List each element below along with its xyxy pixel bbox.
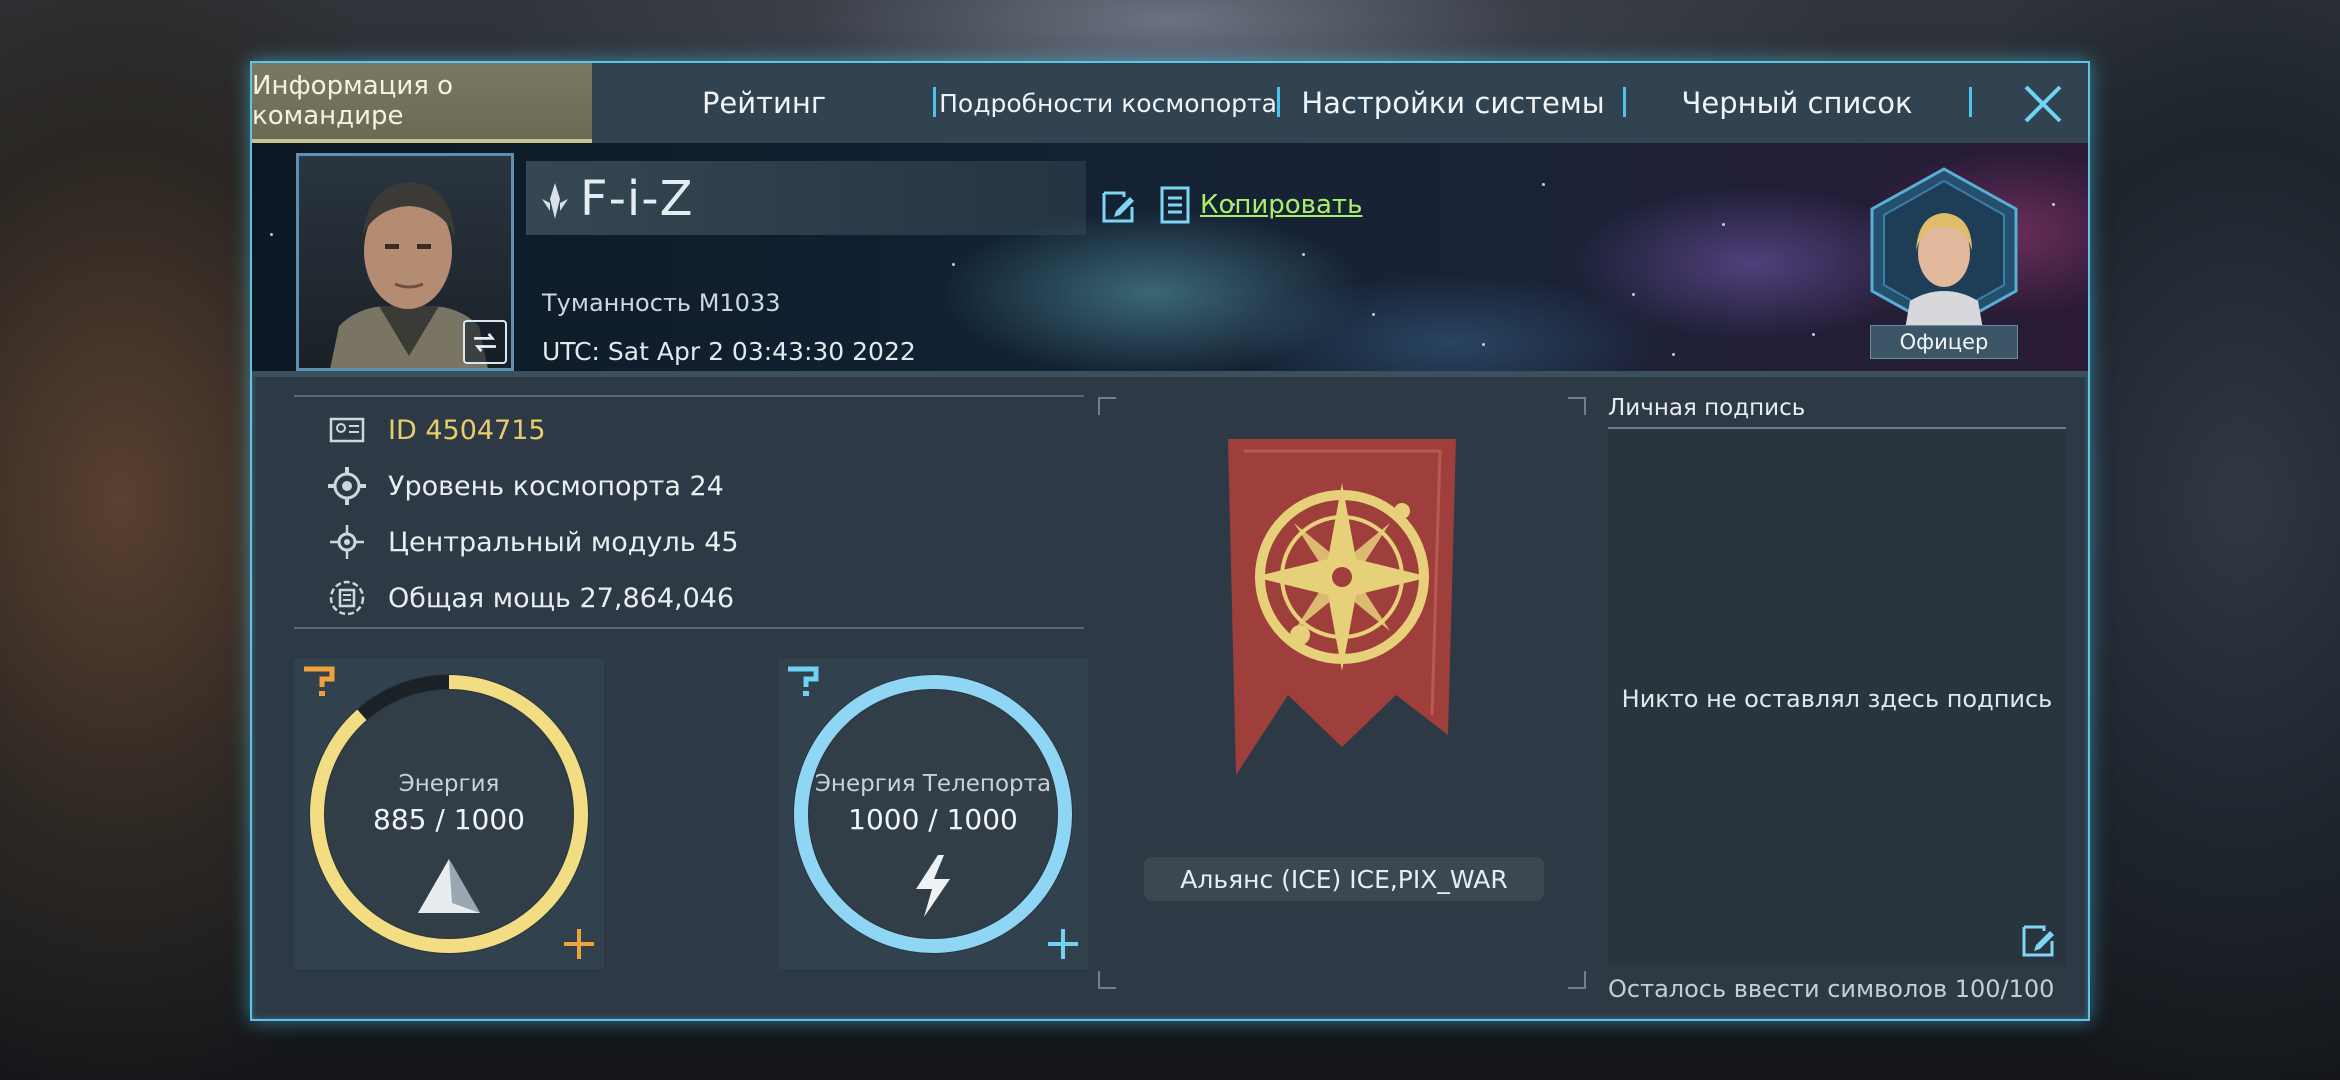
edit-icon[interactable]	[2018, 921, 2058, 961]
tab-system-settings[interactable]: Настройки системы	[1280, 63, 1626, 143]
energy-dial: Энергия 885 / 1000	[294, 659, 604, 969]
nebula-label: Туманность M1033	[542, 289, 781, 317]
commander-name: F-i-Z	[580, 171, 694, 227]
rank-icon	[542, 183, 568, 219]
copy-icon	[1160, 186, 1190, 224]
signature-box: Никто не оставлял здесь подпись	[1608, 427, 2066, 967]
commander-stats: ID 4504715 Уровень космопорта 24 Централ…	[294, 395, 1084, 629]
swap-icon[interactable]	[463, 320, 507, 364]
help-icon[interactable]	[784, 665, 824, 699]
stat-total-power: Общая мощь 27,864,046	[326, 577, 734, 619]
tab-label: Рейтинг	[701, 86, 827, 120]
tab-bar: Информация о командире Рейтинг Подробнос…	[252, 63, 2088, 143]
teleport-label: Энергия Телепорта	[814, 771, 1052, 797]
edit-icon[interactable]	[1098, 187, 1138, 227]
id-card-icon	[329, 417, 365, 443]
tab-label: Информация о командире	[252, 71, 454, 131]
commander-header: F-i-Z Копировать Туманность M1033 UTC: S…	[252, 143, 2088, 377]
stat-central-module: Центральный модуль 45	[326, 521, 739, 563]
teleport-energy-dial: Энергия Телепорта 1000 / 1000	[778, 659, 1088, 969]
close-icon[interactable]	[2022, 83, 2064, 125]
energy-value: 885 / 1000	[373, 803, 525, 836]
copy-label: Копировать	[1200, 190, 1363, 220]
plus-icon[interactable]	[1044, 925, 1082, 963]
signature-title: Личная подпись	[1608, 395, 1806, 421]
stat-module-value: Центральный модуль 45	[388, 526, 739, 558]
officer-portrait	[1870, 167, 2018, 335]
signature-empty-text: Никто не оставлял здесь подпись	[1621, 685, 2053, 713]
tab-spaceport-details[interactable]: Подробности космопорта	[936, 63, 1280, 143]
utc-time: UTC: Sat Apr 2 03:43:30 2022	[542, 337, 916, 366]
pyramid-icon	[418, 859, 480, 913]
tab-rating[interactable]: Рейтинг	[592, 63, 936, 143]
plus-icon[interactable]	[560, 925, 598, 963]
tab-commander-info[interactable]: Информация о командире	[252, 63, 592, 143]
alliance-emblem-icon[interactable]	[1224, 435, 1460, 783]
alliance-section: Альянс (ICE) ICE,PIX_WAR	[1098, 397, 1586, 989]
tab-blacklist[interactable]: Черный список	[1626, 63, 1972, 143]
divider	[294, 395, 1084, 397]
energy-label: Энергия	[398, 771, 500, 797]
tab-label: Настройки системы	[1301, 86, 1605, 120]
help-icon[interactable]	[300, 665, 340, 699]
name-bar: F-i-Z	[526, 161, 1086, 235]
stat-power-value: Общая мощь 27,864,046	[388, 582, 735, 614]
officer-label: Офицер	[1870, 325, 2018, 359]
commander-info-panel: Информация о командире Рейтинг Подробнос…	[250, 61, 2090, 1021]
teleport-value: 1000 / 1000	[848, 803, 1018, 836]
signature-remaining: Осталось ввести символов 100/100	[1608, 975, 2055, 1003]
stat-id: ID 4504715	[326, 409, 546, 451]
tab-separator	[1969, 87, 1972, 117]
commander-avatar[interactable]	[296, 153, 514, 371]
stat-spaceport-value: Уровень космопорта 24	[388, 470, 724, 502]
spaceport-icon	[328, 467, 366, 505]
module-icon	[330, 525, 364, 559]
divider	[294, 627, 1084, 629]
stat-spaceport-level: Уровень космопорта 24	[326, 465, 724, 507]
alliance-name: Альянс (ICE) ICE,PIX_WAR	[1144, 857, 1544, 901]
power-icon	[329, 580, 365, 616]
copy-button[interactable]: Копировать	[1158, 185, 1362, 225]
stat-id-value: ID 4504715	[388, 414, 546, 446]
tab-label: Черный список	[1681, 86, 1913, 120]
lightning-icon	[916, 855, 950, 917]
tab-label: Подробности космопорта	[939, 88, 1277, 118]
